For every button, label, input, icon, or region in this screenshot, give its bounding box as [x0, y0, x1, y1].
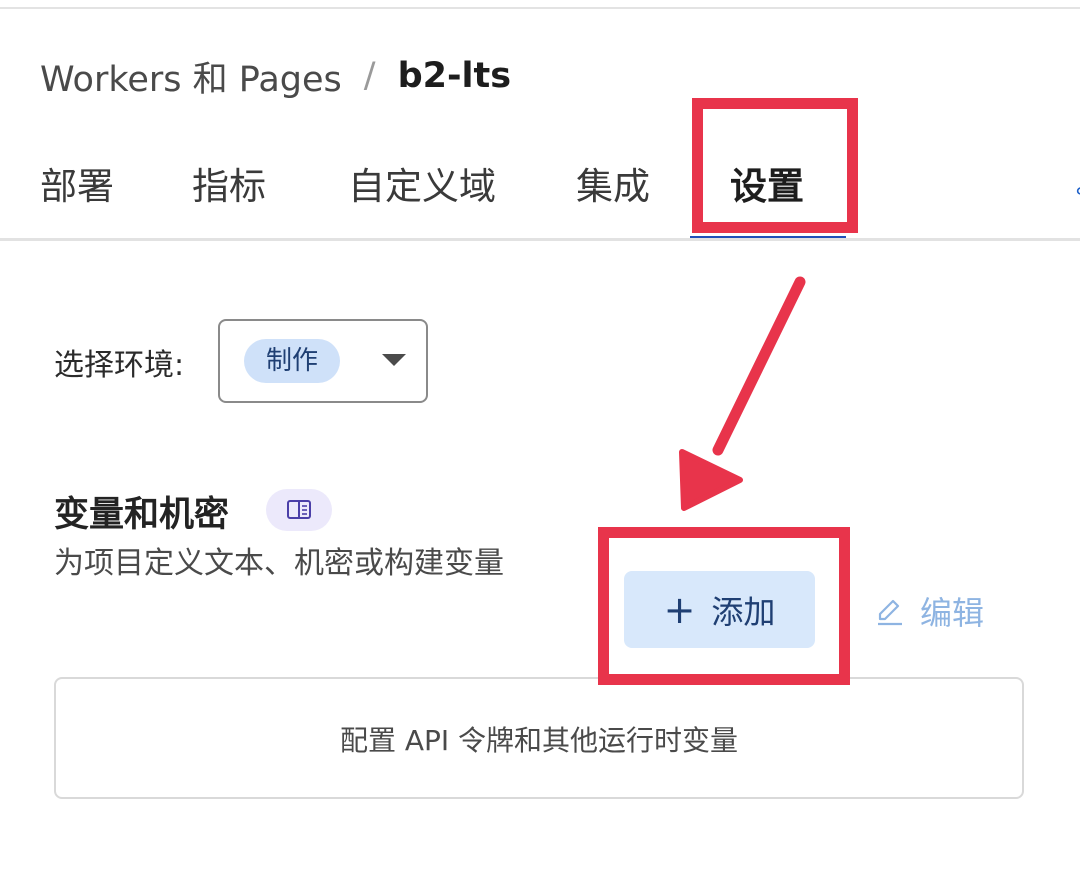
link-icon[interactable]: ⚭: [1073, 180, 1080, 205]
tab-settings[interactable]: 设置: [730, 156, 804, 210]
breadcrumb-current: b2-lts: [397, 56, 512, 96]
tab-metrics[interactable]: 指标: [192, 156, 266, 210]
breadcrumb: Workers 和 Pages / b2-lts: [40, 52, 511, 100]
tab-custom-domains[interactable]: 自定义域: [348, 156, 496, 210]
variables-empty-panel: 配置 API 令牌和其他运行时变量: [54, 677, 1024, 799]
tab-integrations[interactable]: 集成: [576, 156, 650, 210]
plus-icon: +: [663, 587, 696, 632]
environment-select[interactable]: 制作: [218, 319, 428, 403]
tab-deployments[interactable]: 部署: [40, 156, 114, 210]
environment-selected-value: 制作: [244, 339, 340, 383]
docs-badge[interactable]: [266, 489, 332, 531]
add-variable-button[interactable]: + 添加: [624, 571, 815, 648]
section-description: 为项目定义文本、机密或构建变量: [54, 546, 504, 581]
edit-variables-button[interactable]: 编辑: [874, 588, 984, 634]
edit-button-label: 编辑: [920, 594, 985, 632]
page: Workers 和 Pages / b2-lts 部署 指标 自定义域 集成 设…: [0, 0, 1080, 874]
pencil-icon: [878, 599, 902, 626]
top-divider: [0, 7, 1080, 9]
tab-bar: 部署 指标 自定义域 集成 设置 ⚭: [0, 150, 1080, 242]
tab-bar-divider: [0, 238, 1080, 241]
breadcrumb-separator: /: [363, 56, 376, 96]
caret-down-icon: [382, 354, 406, 366]
book-icon: [287, 500, 311, 519]
environment-label: 选择环境:: [54, 348, 185, 383]
section-title: 变量和机密: [54, 495, 230, 535]
variables-empty-text: 配置 API 令牌和其他运行时变量: [339, 724, 739, 757]
breadcrumb-parent[interactable]: Workers 和 Pages: [40, 51, 342, 102]
add-button-label: 添加: [711, 592, 776, 631]
